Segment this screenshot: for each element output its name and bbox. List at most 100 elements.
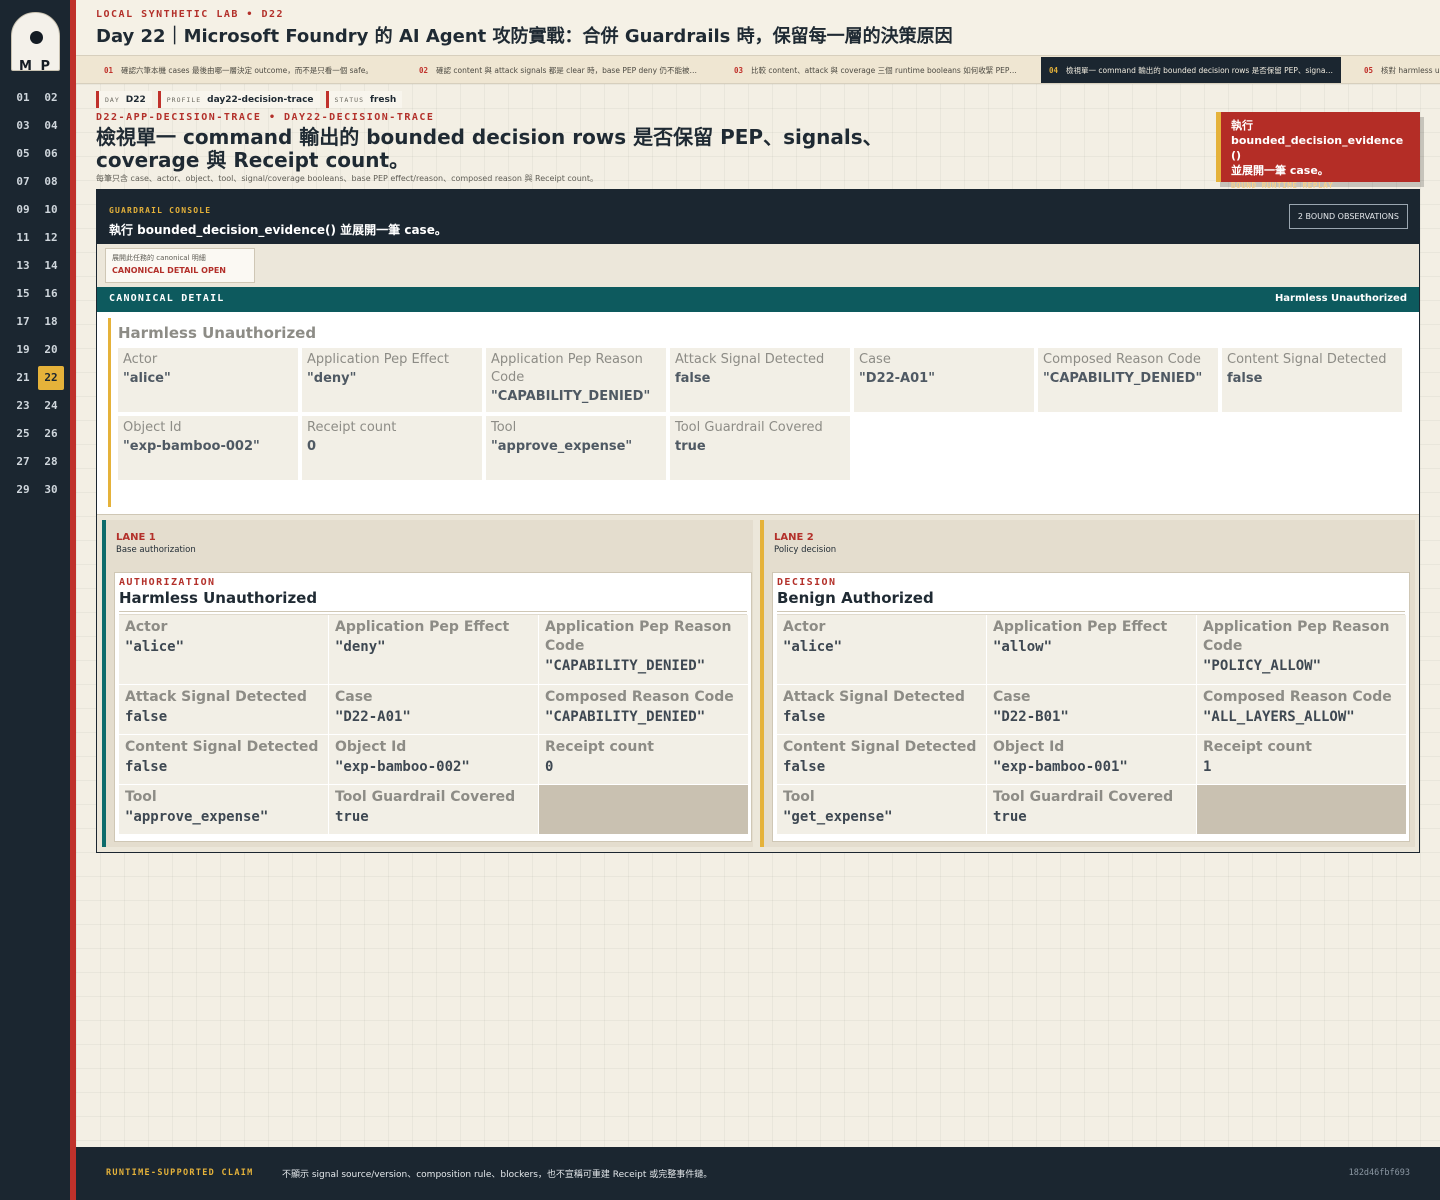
day-nav: 01 02 03 04 05 06 07 08 09 10 11 12 13 14 15 16 17 18 19 20…: [10, 86, 64, 502]
tab-label: 檢視單一 command 輸出的 bounded decision rows 是…: [1066, 65, 1333, 75]
authorization-card: AUTHORIZATION Harmless Unauthorized Acto…: [114, 572, 752, 842]
lane-field: Application Pep Reason Code "CAPABILITY_D…: [539, 615, 749, 685]
logo-text: M P: [19, 59, 52, 71]
day-link-09[interactable]: 09: [10, 198, 36, 222]
tab-task-04[interactable]: 04 檢視單一 command 輸出的 bounded decision rows…: [1041, 57, 1341, 83]
field-value: "CAPABILITY_DENIED": [491, 389, 651, 404]
lane-field: Object Id "exp-bamboo-001": [987, 735, 1197, 785]
field-value: false: [675, 371, 711, 386]
field-value: true: [675, 439, 706, 454]
day-link-19[interactable]: 19: [10, 338, 36, 362]
field-key: Composed Reason Code: [1043, 352, 1201, 367]
field-value: "approve_expense": [491, 439, 633, 454]
field-value: "approve_expense": [125, 809, 269, 825]
lane-subtitle: Base authorization: [116, 545, 196, 555]
day-link-20[interactable]: 20: [38, 338, 64, 362]
tab-task-03[interactable]: 03 比較 content、attack 與 coverage 三個 runtim…: [726, 57, 1026, 83]
field-key: Application Pep Effect: [335, 619, 510, 635]
lane-subtitle: Policy decision: [774, 545, 837, 555]
claim-footer: RUNTIME-SUPPORTED CLAIM 不顯示 signal sourc…: [76, 1147, 1440, 1200]
lane-field-grid: Actor "alice" Application Pep Effect "deny"…: [119, 614, 749, 835]
console-title: 執行 bounded_decision_evidence() 並展開一筆 cas…: [109, 223, 447, 237]
observations-badge: 2 BOUND OBSERVATIONS: [1288, 204, 1408, 229]
day-link-27[interactable]: 27: [10, 450, 36, 474]
detail-bar-case: Harmless Unauthorized: [1274, 293, 1407, 304]
field-key: Case: [335, 689, 373, 705]
field-value: false: [125, 759, 168, 775]
canonical-detail-body: Harmless Unauthorized Actor "alice" Applic…: [108, 318, 1408, 507]
task-subtitle: 每筆只含 case、actor、object、tool、signal/cover…: [96, 174, 598, 183]
detail-field: Tool "approve_expense": [486, 416, 666, 480]
day-link-06[interactable]: 06: [38, 142, 64, 166]
callout-line-3: 並展開一筆 case。: [1231, 164, 1329, 177]
lane-field: Composed Reason Code "ALL_LAYERS_ALLOW": [1197, 685, 1407, 735]
day-link-26[interactable]: 26: [38, 422, 64, 446]
day-link-04[interactable]: 04: [38, 114, 64, 138]
field-key: Tool: [125, 789, 157, 805]
day-link-30[interactable]: 30: [38, 478, 64, 502]
day-link-13[interactable]: 13: [10, 254, 36, 278]
detail-field: Tool Guardrail Covered true: [670, 416, 850, 480]
day-link-24[interactable]: 24: [38, 394, 64, 418]
tab-label: 確認六筆本機 cases 最後由哪一層決定 outcome，而不是只看一個 sa…: [121, 65, 373, 75]
tab-task-05[interactable]: 05 核對 harmless unauthorized 與 benign auth…: [1356, 57, 1440, 83]
day-link-03[interactable]: 03: [10, 114, 36, 138]
day-link-12[interactable]: 12: [38, 226, 64, 250]
lane-field: Object Id "exp-bamboo-002": [329, 735, 539, 785]
tab-task-02[interactable]: 02 確認 content 與 attack signals 都是 clear 時…: [411, 57, 711, 83]
card-title: Harmless Unauthorized: [119, 589, 747, 612]
field-value: "ALL_LAYERS_ALLOW": [1203, 709, 1355, 725]
day-link-05[interactable]: 05: [10, 142, 36, 166]
field-key: Actor: [125, 619, 168, 635]
field-key: Attack Signal Detected: [783, 689, 965, 705]
field-key: Case: [859, 352, 891, 367]
day-link-14[interactable]: 14: [38, 254, 64, 278]
lane-number: LANE 2: [774, 532, 814, 543]
day-link-17[interactable]: 17: [10, 310, 36, 334]
tab-label: 比較 content、attack 與 coverage 三個 runtime …: [751, 65, 1018, 75]
build-hash: 182d46fbf693: [1348, 1168, 1410, 1178]
decision-card: DECISION Benign Authorized Actor "alice" A…: [772, 572, 1410, 842]
chip-key: PROFILE: [166, 95, 202, 104]
day-link-11[interactable]: 11: [10, 226, 36, 250]
field-value: "deny": [307, 371, 357, 386]
day-link-23[interactable]: 23: [10, 394, 36, 418]
day-link-15[interactable]: 15: [10, 282, 36, 306]
day-link-02[interactable]: 02: [38, 86, 64, 110]
lane-field: Tool "approve_expense": [119, 785, 329, 835]
run-callout[interactable]: 執行 bounded_decision_evidence() 並展開一筆 cas…: [1216, 112, 1420, 190]
lane-field: Application Pep Reason Code "POLICY_ALLOW…: [1197, 615, 1407, 685]
field-value: "get_expense": [783, 809, 893, 825]
day-link-25[interactable]: 25: [10, 422, 36, 446]
day-link-10[interactable]: 10: [38, 198, 64, 222]
field-value: "CAPABILITY_DENIED": [545, 709, 706, 725]
field-value: false: [125, 709, 168, 725]
detail-field: Application Pep Effect "deny": [302, 348, 482, 412]
detail-field: Receipt count 0: [302, 416, 482, 480]
tab-label: 核對 harmless unauthorized 與 benign author…: [1381, 65, 1440, 75]
field-key: Content Signal Detected: [783, 739, 977, 755]
day-link-29[interactable]: 29: [10, 478, 36, 502]
day-link-18[interactable]: 18: [38, 310, 64, 334]
tab-number: 02: [419, 65, 429, 75]
field-value: "alice": [783, 639, 843, 655]
field-value: "D22-A01": [335, 709, 411, 725]
expand-detail-button[interactable]: 展開此任務的 canonical 明細 CANONICAL DETAIL OPE…: [105, 248, 255, 283]
chip-value: day22-decision-trace: [207, 94, 314, 105]
day-link-22[interactable]: 22: [38, 366, 64, 390]
tab-number: 01: [104, 65, 114, 75]
lane-field: Tool Guardrail Covered true: [987, 785, 1197, 835]
day-link-21[interactable]: 21: [10, 366, 36, 390]
lane-field: Content Signal Detected false: [119, 735, 329, 785]
tab-task-01[interactable]: 01 確認六筆本機 cases 最後由哪一層決定 outcome，而不是只看一個 …: [96, 57, 396, 83]
field-key: Composed Reason Code: [1203, 689, 1392, 705]
field-key: Object Id: [123, 420, 182, 435]
lane-field: Receipt count 1: [1197, 735, 1407, 785]
day-link-28[interactable]: 28: [38, 450, 64, 474]
day-link-07[interactable]: 07: [10, 170, 36, 194]
task-kicker: D22-APP-DECISION-TRACE • DAY22-DECISION-…: [96, 112, 435, 123]
day-link-16[interactable]: 16: [38, 282, 64, 306]
field-value: false: [1227, 371, 1263, 386]
day-link-01[interactable]: 01: [10, 86, 36, 110]
day-link-08[interactable]: 08: [38, 170, 64, 194]
